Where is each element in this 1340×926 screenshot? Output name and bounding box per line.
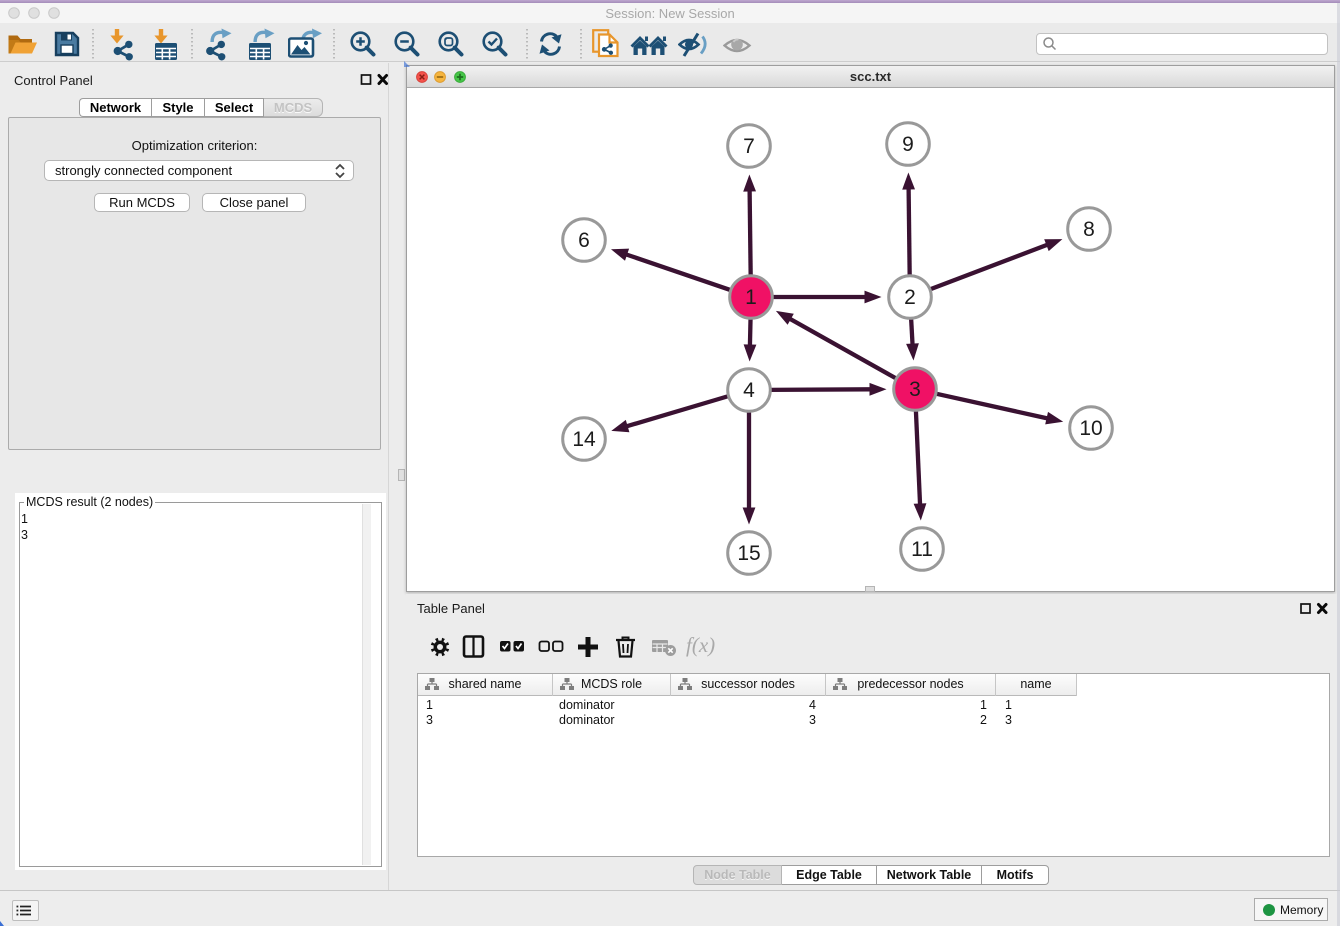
svg-text:9: 9 [902,133,914,156]
svg-text:7: 7 [743,135,755,158]
svg-text:6: 6 [578,229,590,252]
svg-text:14: 14 [572,428,596,451]
svg-text:8: 8 [1083,218,1095,241]
svg-text:4: 4 [743,379,755,402]
svg-text:11: 11 [911,538,933,561]
svg-text:1: 1 [745,286,757,309]
svg-text:3: 3 [909,378,921,401]
svg-text:10: 10 [1079,417,1102,440]
svg-text:2: 2 [904,286,916,309]
svg-text:15: 15 [737,542,760,565]
